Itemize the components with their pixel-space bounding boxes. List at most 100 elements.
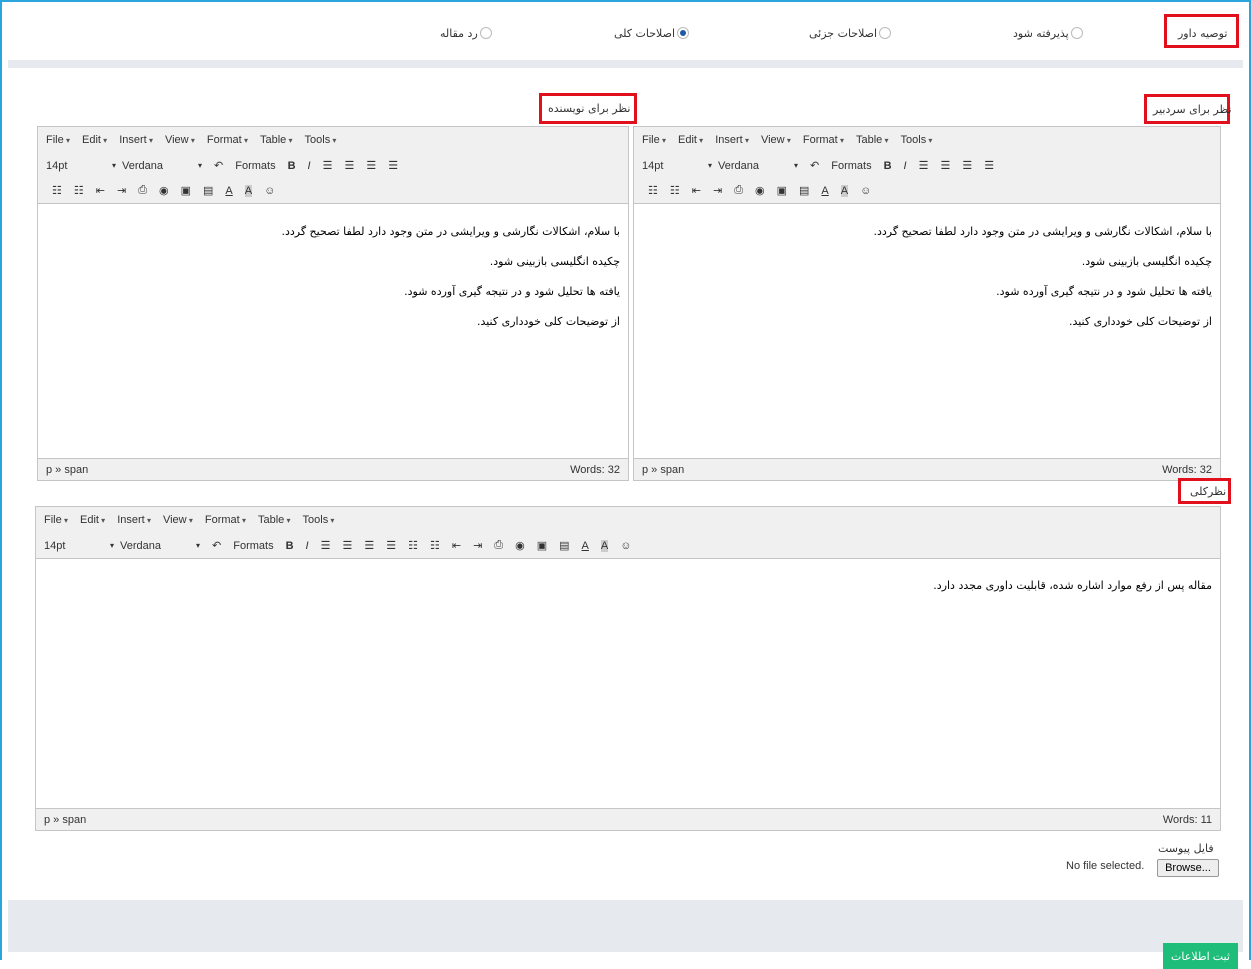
formats-button[interactable]: Formats (233, 540, 273, 552)
menu-file[interactable]: File (642, 134, 666, 146)
menu-view[interactable]: View (761, 134, 791, 146)
bullet-list-icon[interactable]: ☷ (408, 539, 418, 552)
menu-view[interactable]: View (165, 134, 195, 146)
font-size-select[interactable]: 14pt (44, 540, 104, 552)
menu-table[interactable]: Table (258, 514, 291, 526)
bold-button[interactable]: B (884, 160, 892, 172)
menu-view[interactable]: View (163, 514, 193, 526)
bullet-list-icon[interactable]: ☷ (52, 184, 62, 197)
menu-insert[interactable]: Insert (119, 134, 153, 146)
undo-icon[interactable]: ↶ (214, 159, 223, 172)
font-size-select[interactable]: 14pt (46, 160, 106, 172)
bg-color-icon[interactable]: A (244, 184, 253, 197)
chevron-down-icon[interactable]: ▾ (110, 541, 114, 550)
font-family-select[interactable]: Verdana (718, 160, 788, 172)
align-right-icon[interactable]: ☰ (962, 159, 972, 172)
formats-button[interactable]: Formats (831, 160, 871, 172)
indent-icon[interactable]: ⇥ (713, 184, 722, 197)
menu-format[interactable]: Format (207, 134, 248, 146)
font-size-select[interactable]: 14pt (642, 160, 702, 172)
align-left-icon[interactable]: ☰ (321, 539, 331, 552)
chevron-down-icon[interactable]: ▾ (196, 541, 200, 550)
radio-major-revision[interactable] (677, 27, 690, 39)
align-center-icon[interactable]: ☰ (940, 159, 950, 172)
chevron-down-icon[interactable]: ▾ (198, 161, 202, 170)
chevron-down-icon[interactable]: ▾ (112, 161, 116, 170)
option-major-revision[interactable]: اصلاحات کلی (614, 18, 690, 48)
author-comment-content[interactable]: با سلام، اشکالات نگارشی و ویرایشی در متن… (38, 207, 628, 458)
align-right-icon[interactable]: ☰ (364, 539, 374, 552)
print-icon[interactable]: ⎙ (494, 539, 503, 552)
indent-icon[interactable]: ⇥ (117, 184, 126, 197)
browse-button[interactable]: Browse... (1157, 859, 1219, 877)
justify-icon[interactable]: ☰ (984, 159, 994, 172)
print-icon[interactable]: ⎙ (734, 184, 743, 197)
editor-comment-editor[interactable]: File Edit Insert View Format Table Tools… (633, 126, 1221, 481)
chevron-down-icon[interactable]: ▾ (708, 161, 712, 170)
radio-accept[interactable] (1070, 27, 1083, 39)
font-family-select[interactable]: Verdana (122, 160, 192, 172)
outdent-icon[interactable]: ⇤ (692, 184, 701, 197)
emoticons-icon[interactable]: ☺ (264, 185, 275, 197)
font-family-select[interactable]: Verdana (120, 540, 190, 552)
formats-button[interactable]: Formats (235, 160, 275, 172)
bold-button[interactable]: B (286, 540, 294, 552)
menu-file[interactable]: File (44, 514, 68, 526)
option-accept[interactable]: پذیرفته شود (1013, 18, 1083, 48)
preview-icon[interactable]: ◉ (515, 539, 525, 552)
radio-reject[interactable] (479, 27, 492, 39)
general-comment-content[interactable]: مقاله پس از رفع موارد اشاره شده، قابلیت … (36, 561, 1220, 808)
numbered-list-icon[interactable]: ☷ (670, 184, 680, 197)
media-icon[interactable]: ▤ (559, 539, 569, 552)
print-icon[interactable]: ⎙ (138, 184, 147, 197)
radio-minor-revision[interactable] (879, 27, 892, 39)
media-icon[interactable]: ▤ (203, 184, 213, 197)
editor-comment-content[interactable]: با سلام، اشکالات نگارشی و ویرایشی در متن… (634, 207, 1220, 458)
option-reject[interactable]: رد مقاله (440, 18, 492, 48)
image-icon[interactable]: ▣ (537, 539, 547, 552)
menu-file[interactable]: File (46, 134, 70, 146)
menu-tools[interactable]: Tools (305, 134, 337, 146)
outdent-icon[interactable]: ⇤ (96, 184, 105, 197)
menu-table[interactable]: Table (260, 134, 293, 146)
undo-icon[interactable]: ↶ (212, 539, 221, 552)
align-center-icon[interactable]: ☰ (342, 539, 352, 552)
outdent-icon[interactable]: ⇤ (452, 539, 461, 552)
media-icon[interactable]: ▤ (799, 184, 809, 197)
italic-button[interactable]: I (904, 160, 907, 172)
menu-edit[interactable]: Edit (678, 134, 703, 146)
bullet-list-icon[interactable]: ☷ (648, 184, 658, 197)
submit-button[interactable]: ثبت اطلاعات (1163, 943, 1238, 969)
align-center-icon[interactable]: ☰ (344, 159, 354, 172)
justify-icon[interactable]: ☰ (388, 159, 398, 172)
emoticons-icon[interactable]: ☺ (860, 185, 871, 197)
italic-button[interactable]: I (308, 160, 311, 172)
bg-color-icon[interactable]: A (840, 184, 849, 197)
menu-format[interactable]: Format (205, 514, 246, 526)
chevron-down-icon[interactable]: ▾ (794, 161, 798, 170)
numbered-list-icon[interactable]: ☷ (430, 539, 440, 552)
undo-icon[interactable]: ↶ (810, 159, 819, 172)
emoticons-icon[interactable]: ☺ (620, 540, 631, 552)
image-icon[interactable]: ▣ (777, 184, 787, 197)
preview-icon[interactable]: ◉ (755, 184, 765, 197)
text-color-icon[interactable]: A (225, 185, 232, 197)
bold-button[interactable]: B (288, 160, 296, 172)
author-comment-editor[interactable]: File Edit Insert View Format Table Tools… (37, 126, 629, 481)
align-left-icon[interactable]: ☰ (323, 159, 333, 172)
align-right-icon[interactable]: ☰ (366, 159, 376, 172)
image-icon[interactable]: ▣ (181, 184, 191, 197)
menu-insert[interactable]: Insert (117, 514, 151, 526)
option-minor-revision[interactable]: اصلاحات جزئی (809, 18, 892, 48)
justify-icon[interactable]: ☰ (386, 539, 396, 552)
italic-button[interactable]: I (306, 540, 309, 552)
menu-tools[interactable]: Tools (303, 514, 335, 526)
bg-color-icon[interactable]: A (600, 539, 609, 552)
preview-icon[interactable]: ◉ (159, 184, 169, 197)
menu-edit[interactable]: Edit (82, 134, 107, 146)
text-color-icon[interactable]: A (821, 185, 828, 197)
menu-format[interactable]: Format (803, 134, 844, 146)
indent-icon[interactable]: ⇥ (473, 539, 482, 552)
menu-insert[interactable]: Insert (715, 134, 749, 146)
menu-table[interactable]: Table (856, 134, 889, 146)
